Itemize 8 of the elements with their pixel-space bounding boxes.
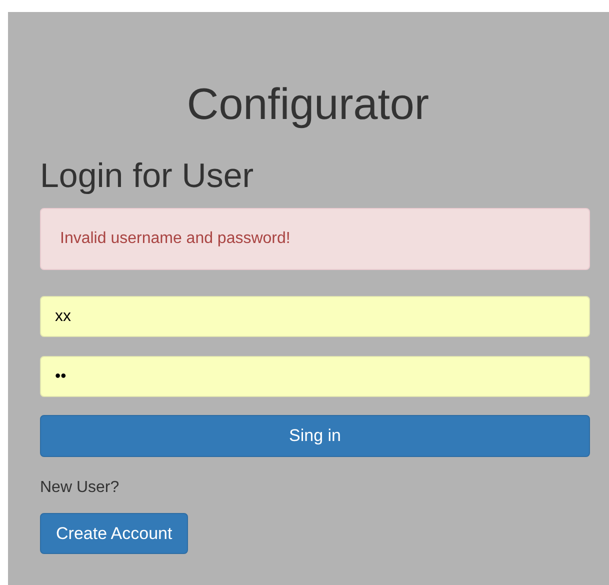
password-field[interactable]: •• [40,356,590,397]
username-field[interactable]: xx [40,296,590,337]
create-account-button[interactable]: Create Account [40,513,188,554]
error-message: Invalid username and password! [60,230,290,248]
sign-in-button[interactable]: Sing in [40,415,590,457]
new-user-label: New User? [40,478,120,498]
login-heading: Login for User [40,156,255,196]
app-title: Configurator [186,80,430,130]
